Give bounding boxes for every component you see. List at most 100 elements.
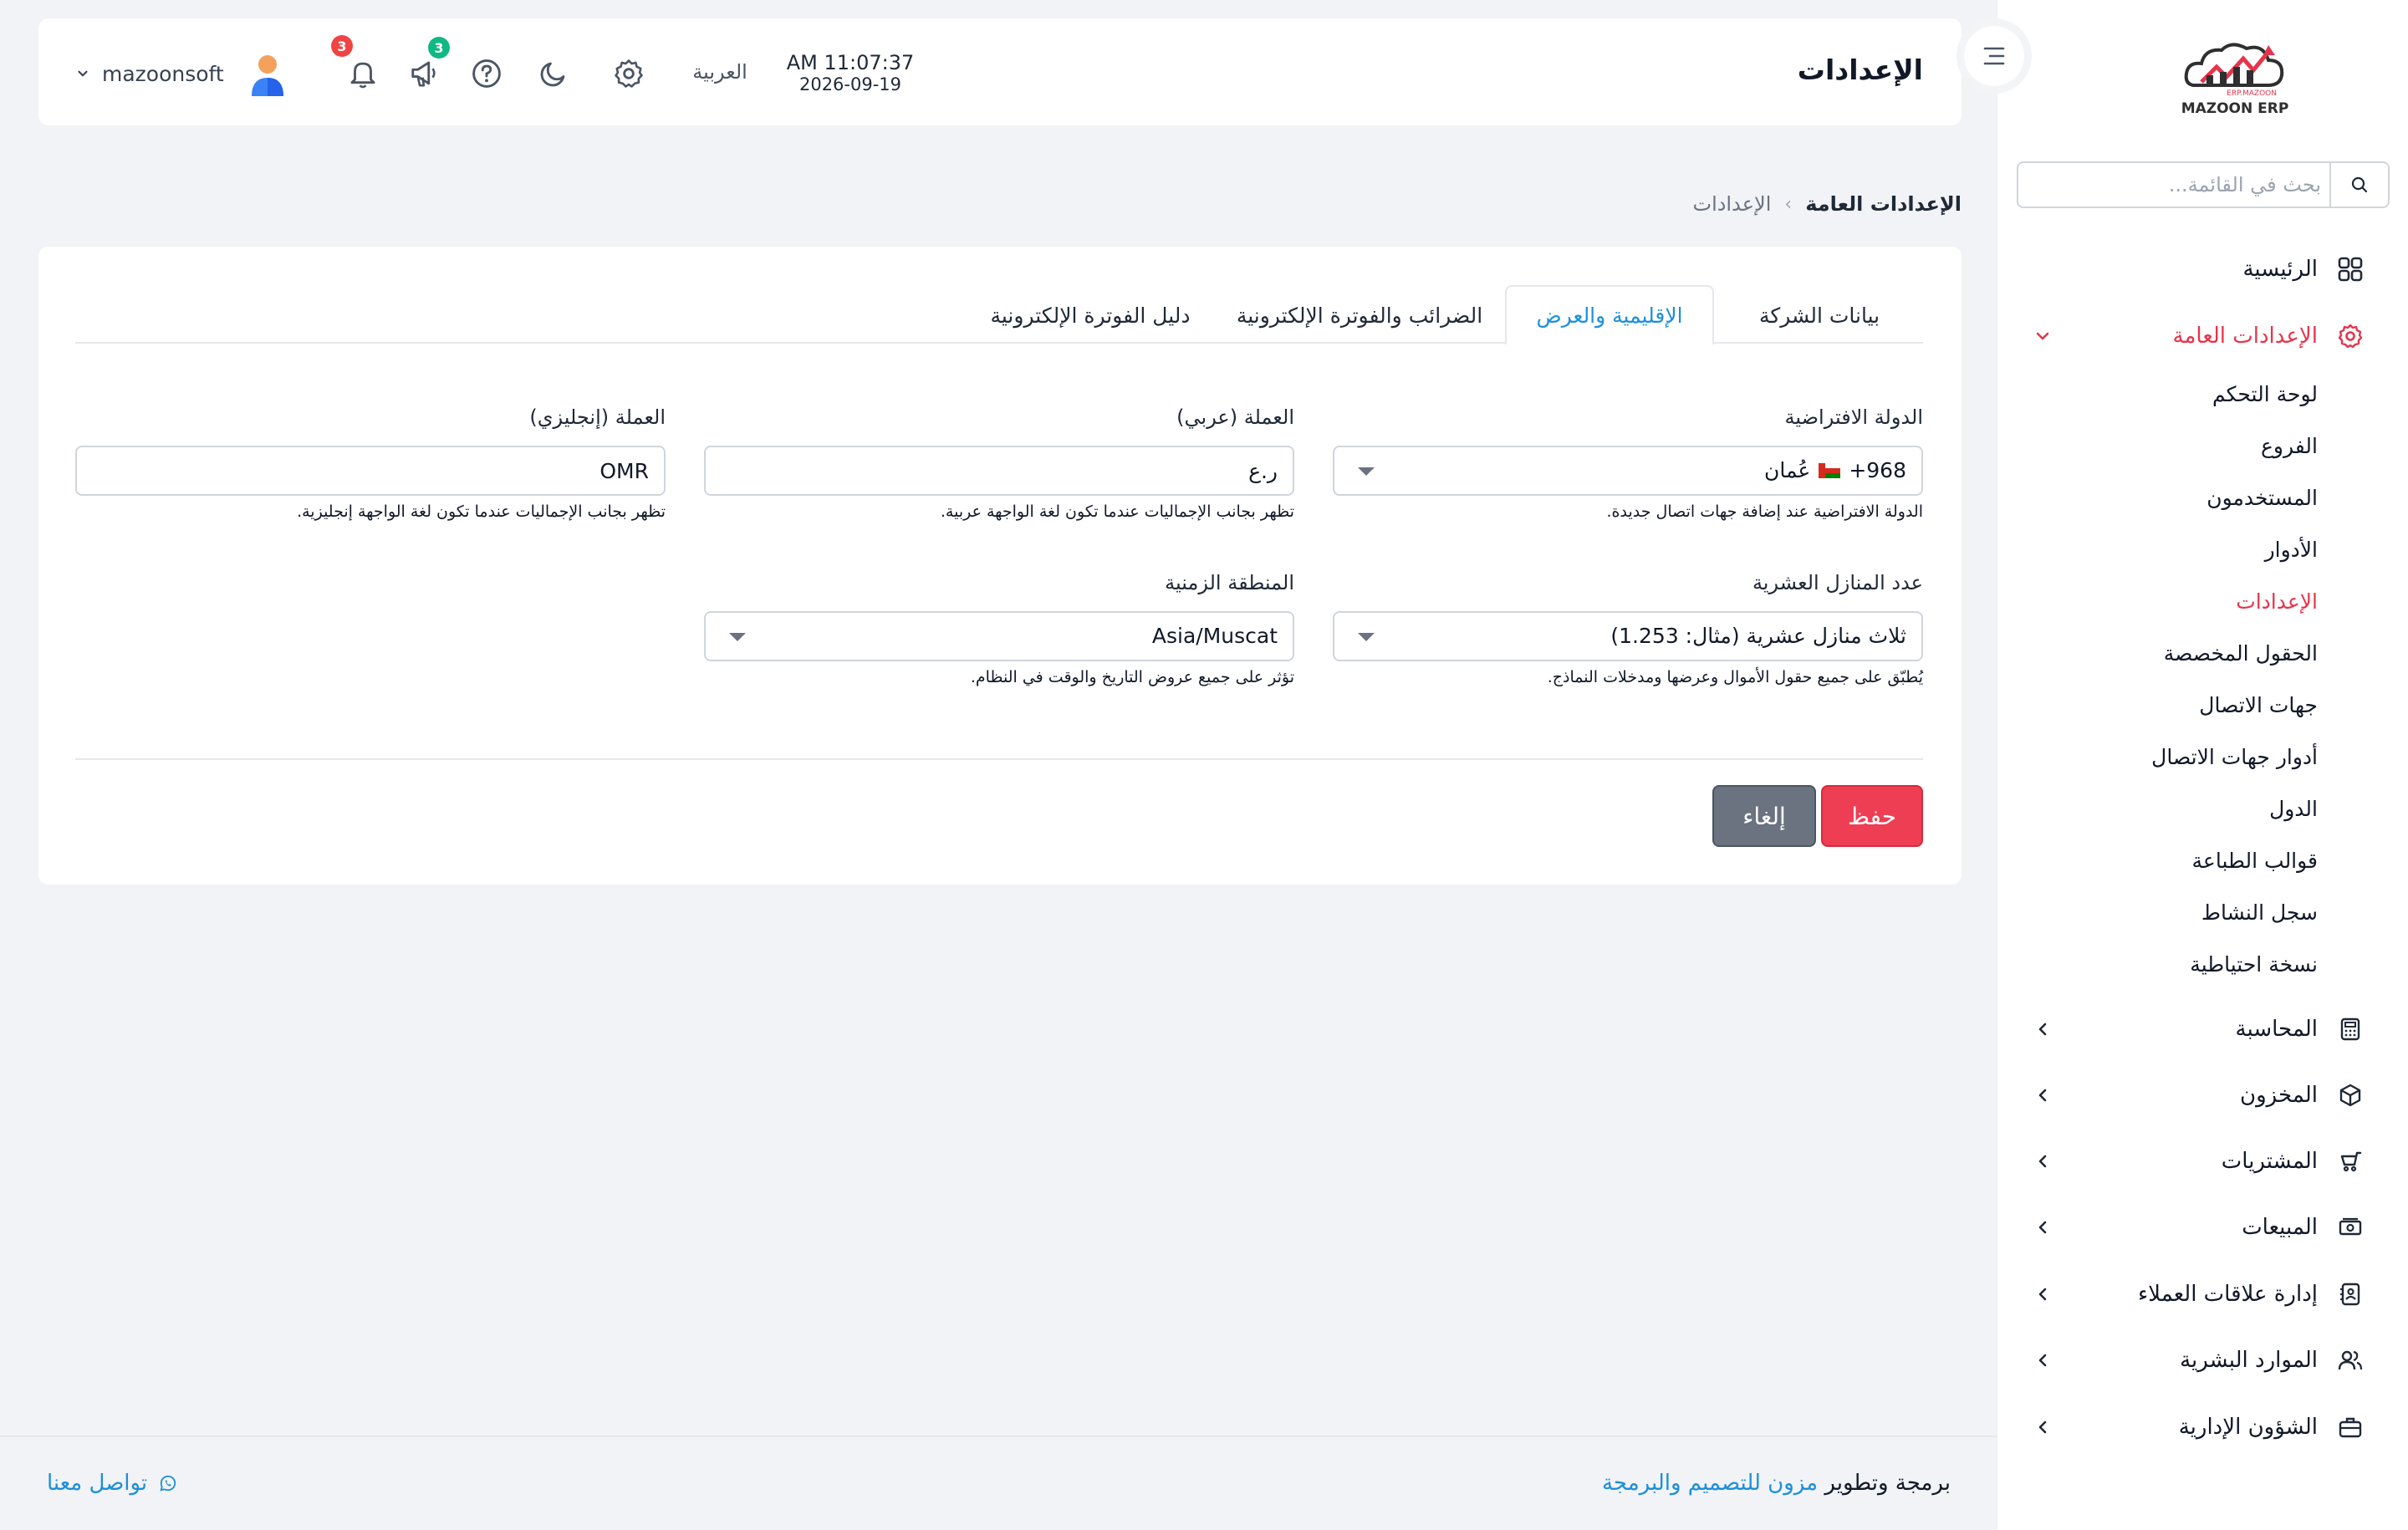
sidebar-item-label: الإعدادات العامة (2172, 324, 2318, 349)
menu-icon (1983, 47, 2005, 65)
sidebar-subitem-backup[interactable]: نسخة احتياطية (2190, 952, 2318, 977)
username: mazoonsoft (102, 61, 224, 86)
user-menu[interactable]: mazoonsoft (75, 55, 234, 92)
dark-mode-toggle[interactable] (535, 55, 572, 92)
sidebar-item-accounting[interactable]: المحاسبة (1997, 1004, 2408, 1054)
sidebar-subitem-contact-roles[interactable]: أدوار جهات الاتصال (2151, 745, 2318, 769)
sidebar-item-hr[interactable]: الموارد البشرية (1997, 1335, 2408, 1385)
search-icon (2351, 176, 2368, 193)
chevron-left-icon (2033, 1085, 2053, 1105)
logo-text: MAZOON ERP (2181, 100, 2289, 117)
currency-ar-field[interactable] (704, 446, 1294, 496)
sidebar-item-home[interactable]: الرئيسية (1997, 244, 2408, 294)
tab-company-data[interactable]: بيانات الشركة (1716, 285, 1923, 345)
breadcrumb-separator: › (1784, 193, 1793, 215)
currency-ar-input[interactable] (758, 454, 1278, 487)
currency-en-input[interactable] (129, 454, 649, 487)
language-switcher[interactable]: العربية (682, 55, 758, 89)
clock-date: 2026-09-19 (798, 74, 902, 94)
settings-button[interactable] (610, 55, 647, 92)
notifications-button[interactable]: 3 (331, 35, 381, 92)
menu-toggle-button[interactable] (1956, 18, 2032, 94)
help-circle-icon (472, 59, 501, 88)
footer: برمجة وتطوير مزون للتصميم والبرمجة تواصل… (0, 1436, 1997, 1530)
sidebar-subitem-users[interactable]: المستخدمون (2206, 486, 2318, 510)
sidebar-item-inventory[interactable]: المخزون (1997, 1070, 2408, 1120)
decimal-places-select[interactable]: ثلاث منازل عشرية (مثال: 1.253) (1333, 611, 1923, 661)
dial-code: +968 (1849, 458, 1906, 482)
gear-icon (615, 59, 643, 88)
save-button[interactable]: حفظ (1821, 785, 1923, 847)
sidebar-item-admin-affairs[interactable]: الشؤون الإدارية (1997, 1402, 2408, 1452)
currency-en-field[interactable] (75, 446, 666, 496)
sidebar-item-label: المحاسبة (2235, 1017, 2318, 1042)
sidebar-subitem-contacts[interactable]: جهات الاتصال (2199, 693, 2318, 717)
tab-taxes-einvoicing[interactable]: الضرائب والفوترة الإلكترونية (1217, 285, 1502, 345)
breadcrumb: الإعدادات العامة › الإعدادات (1692, 192, 1962, 216)
chevron-down-icon (78, 70, 88, 77)
sidebar-item-sales[interactable]: المبيعات (1997, 1202, 2408, 1252)
announcements-button[interactable]: 3 (406, 37, 450, 92)
tab-einvoicing-guide[interactable]: دليل الفوترة الإلكترونية (965, 285, 1216, 345)
contacts-book-icon (2336, 1280, 2365, 1308)
logo-small-text: ERP.MAZOON (2227, 89, 2277, 98)
logo-icon: ERP.MAZOON (2184, 43, 2284, 98)
sidebar-subitem-activity-log[interactable]: سجل النشاط (2201, 900, 2318, 925)
sidebar: ERP.MAZOON MAZOON ERP الرئيسية الإعدادات… (1997, 0, 2408, 1530)
clock-time: AM 11:07:37 (786, 51, 915, 74)
sidebar-item-label: المشتريات (2221, 1149, 2318, 1174)
sidebar-subitem-settings[interactable]: الإعدادات (2236, 589, 2318, 614)
currency-en-help: تظهر بجانب الإجماليات عندما تكون لغة الو… (297, 502, 666, 521)
tab-regional-display[interactable]: الإقليمية والعرض (1505, 285, 1714, 345)
company-link[interactable]: مزون للتصميم والبرمجة (1602, 1471, 1818, 1496)
clock: AM 11:07:37 2026-09-19 (786, 51, 915, 94)
notification-badge: 3 (331, 35, 353, 57)
sidebar-item-crm[interactable]: إدارة علاقات العملاء (1997, 1269, 2408, 1319)
sidebar-item-label: إدارة علاقات العملاء (2137, 1282, 2318, 1307)
contact-label: تواصل معنا (47, 1471, 148, 1496)
currency-ar-help: تظهر بجانب الإجماليات عندما تكون لغة الو… (940, 502, 1294, 521)
cancel-button[interactable]: إلغاء (1712, 785, 1816, 847)
megaphone-icon (411, 61, 436, 87)
sidebar-subitem-roles[interactable]: الأدوار (2265, 538, 2318, 562)
avatar[interactable] (244, 52, 291, 99)
sidebar-subitem-print-templates[interactable]: قوالب الطباعة (2192, 849, 2318, 873)
divider (75, 758, 1923, 760)
currency-ar-label: العملة (عربي) (1176, 405, 1294, 429)
sidebar-item-purchases[interactable]: المشتريات (1997, 1136, 2408, 1186)
sidebar-search (2017, 161, 2390, 208)
country-name: عُمان (1763, 458, 1811, 482)
chevron-down-icon (2033, 326, 2053, 346)
decimal-places-help: يُطبّق على جميع حقول الأموال وعرضها ومدخ… (1547, 668, 1923, 686)
chevron-left-icon (2033, 1417, 2053, 1437)
search-button[interactable] (2329, 163, 2388, 207)
sidebar-subitem-countries[interactable]: الدول (2269, 797, 2318, 821)
default-country-select[interactable]: +968 عُمان (1333, 446, 1923, 496)
sidebar-item-label: الرئيسية (2242, 257, 2318, 282)
sidebar-item-label: الشؤون الإدارية (2178, 1415, 2318, 1440)
logo[interactable]: ERP.MAZOON MAZOON ERP (2176, 33, 2293, 117)
timezone-label: المنطقة الزمنية (1165, 571, 1294, 594)
sidebar-search-input[interactable] (2037, 168, 2321, 201)
sidebar-subitem-dashboard[interactable]: لوحة التحكم (2212, 382, 2318, 406)
timezone-select[interactable]: Asia/Muscat (704, 611, 1294, 661)
page-title: الإعدادات (1797, 54, 1923, 86)
breadcrumb-parent[interactable]: الإعدادات (1692, 192, 1771, 216)
chevron-left-icon (2033, 1019, 2053, 1039)
sidebar-subitem-branches[interactable]: الفروع (2261, 434, 2318, 458)
credit-prefix: برمجة وتطوير (1824, 1471, 1951, 1496)
settings-tabs: بيانات الشركة الإقليمية والعرض الضرائب و… (75, 285, 1923, 345)
help-button[interactable] (468, 55, 505, 92)
caret-down-icon (1358, 467, 1375, 476)
default-country-help: الدولة الافتراضية عند إضافة جهات اتصال ج… (1606, 502, 1923, 521)
chevron-left-icon (2033, 1217, 2053, 1237)
top-header: الإعدادات AM 11:07:37 2026-09-19 العربية… (38, 18, 1962, 125)
footer-credit: برمجة وتطوير مزون للتصميم والبرمجة (1602, 1471, 1951, 1496)
contact-link[interactable]: تواصل معنا (47, 1471, 177, 1496)
cash-icon (2336, 1213, 2365, 1242)
sidebar-subitem-custom-fields[interactable]: الحقول المخصصة (2164, 641, 2318, 666)
default-country-value: +968 عُمان (1764, 458, 1906, 482)
breadcrumb-current[interactable]: الإعدادات العامة (1805, 192, 1962, 216)
sidebar-item-general-settings[interactable]: الإعدادات العامة (1997, 311, 2408, 361)
users-icon (2336, 1346, 2365, 1374)
